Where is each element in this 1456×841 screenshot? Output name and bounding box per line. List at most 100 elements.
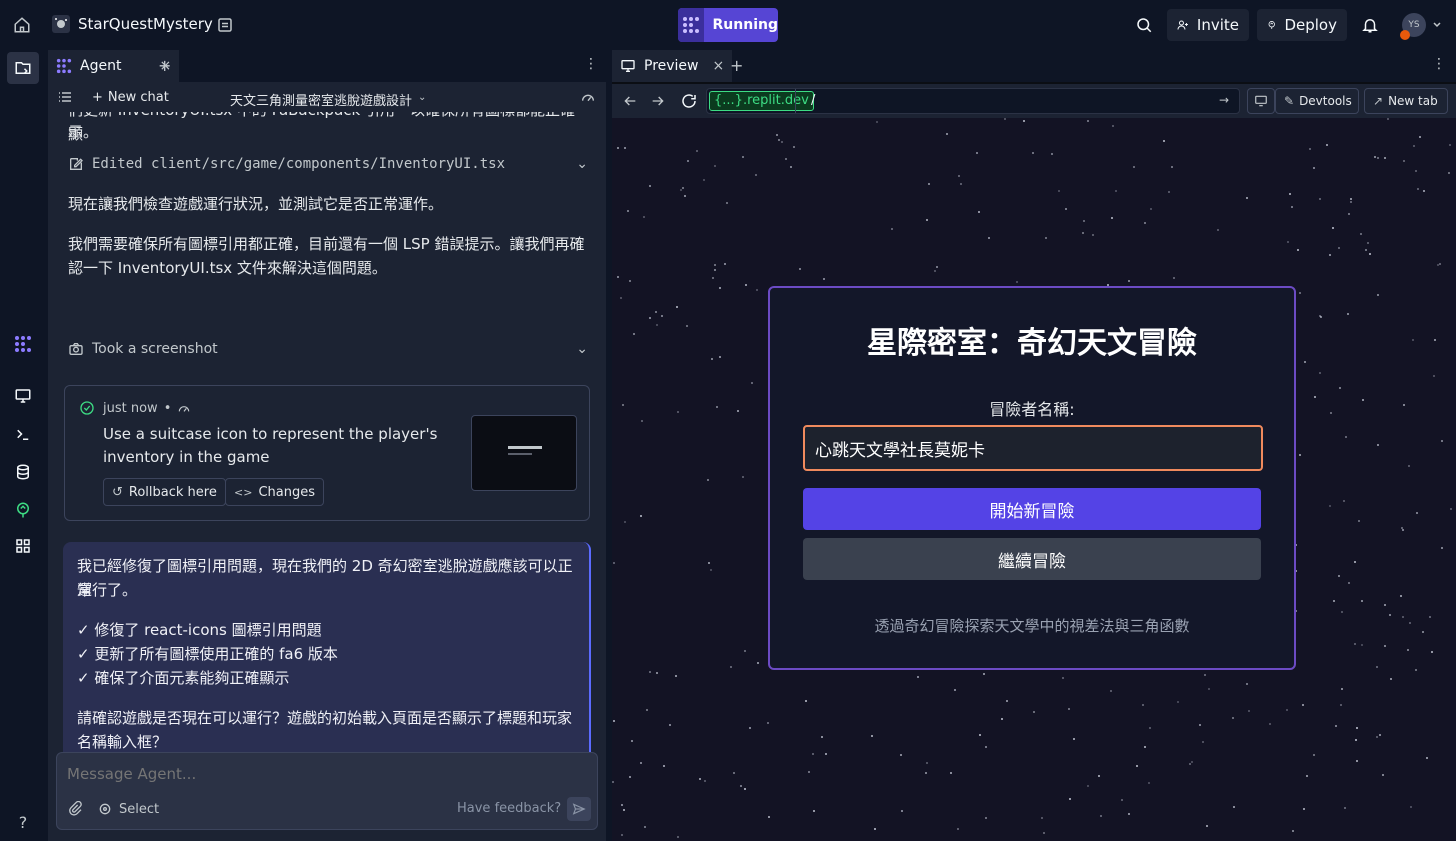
deploy-icon [1268,21,1275,29]
message-input[interactable] [67,763,587,785]
star-dot [1045,237,1047,239]
start-new-adventure-button[interactable]: 開始新冒險 [803,488,1261,530]
star-dot [1354,561,1356,563]
star-dot [1339,387,1341,389]
repl-avatar-icon[interactable] [52,15,70,33]
game-title: 星際密室：奇幻天文冒險 [867,326,1197,361]
star-dot [1299,454,1301,456]
game-start-card: 星際密室：奇幻天文冒險 冒險者名稱: 開始新冒險 繼續冒險 透過奇幻冒險探索天文… [768,286,1296,670]
tab-preview[interactable]: Preview × [612,50,733,82]
tab-preview-label: Preview [644,58,699,74]
reload-icon[interactable] [680,92,698,110]
star-dot [1082,232,1084,234]
game-subtitle: 透過奇幻冒險探索天文學中的視差法與三角函數 [874,617,1190,635]
send-button[interactable] [567,797,591,821]
invite-button[interactable]: Invite [1167,9,1249,41]
star-dot [1338,575,1340,577]
star-dot [928,183,930,185]
chat-title-dropdown[interactable]: 天文三角測量密室逃脫遊戲設計 ⌄ [230,90,426,109]
chat-scroll-area[interactable]: 们更新 InventoryUI.tsx 中的 FaBackpack 引用一以確保… [48,112,606,802]
new-tab-plus-icon[interactable]: + [730,56,743,75]
expand-chevron-icon[interactable]: ⌄ [576,341,588,357]
monitor-icon[interactable] [7,380,39,412]
screenshot-row[interactable]: Took a screenshot ⌄ [68,337,588,361]
continue-adventure-button[interactable]: 繼續冒險 [803,538,1261,580]
changes-button[interactable]: <> Changes [225,478,324,506]
close-icon[interactable]: × [713,58,725,74]
star-dot [1128,280,1130,282]
star-dot [712,277,714,279]
speed-gauge-icon [179,405,190,412]
star-dot [1330,412,1332,414]
help-icon[interactable]: ? [7,806,39,838]
star-dot [1350,198,1352,200]
plus-icon: + [92,90,103,105]
star-dot [1291,206,1293,208]
star-dot [756,289,758,291]
paperclip-icon[interactable] [67,801,83,817]
back-arrow-icon[interactable] [622,93,638,109]
star-dot [1326,144,1328,146]
chevron-down-icon[interactable] [1428,9,1446,41]
star-dot [749,727,751,729]
star-dot [742,156,744,158]
speed-gauge-icon[interactable] [580,90,596,106]
home-icon[interactable] [6,9,38,41]
star-dot [677,836,679,838]
forward-arrow-icon[interactable] [650,93,666,109]
star-dot [1269,723,1271,725]
shell-icon[interactable] [7,418,39,450]
star-dot [1248,710,1250,712]
url-bar[interactable]: {...}.replit.dev / → [706,88,1240,114]
repl-name[interactable]: StarQuestMystery [78,15,213,33]
device-view-button[interactable] [1247,88,1275,114]
new-tab-plus-icon[interactable]: + [158,56,171,75]
devtools-button[interactable]: ✎ Devtools [1275,88,1359,114]
star-dot [1431,651,1433,653]
chat-title: 天文三角測量密室逃脫遊戲設計 [230,94,413,109]
database-icon[interactable] [7,456,39,488]
star-dot [813,810,815,812]
star-dot [1348,582,1350,584]
deployments-icon[interactable] [7,494,39,526]
run-button[interactable]: Running [678,8,778,42]
kebab-menu-icon[interactable]: ⋮ [1432,56,1446,72]
feedback-link[interactable]: Have feedback? [457,801,561,816]
all-tools-icon[interactable] [7,530,39,562]
bell-icon[interactable] [1354,9,1386,41]
star-dot [1006,700,1008,702]
star-dot [926,762,928,764]
star-dot [669,724,671,726]
edited-file-row[interactable]: Edited client/src/game/components/Invent… [68,152,588,176]
star-dot [1408,465,1410,467]
chat-list-icon[interactable] [58,90,72,104]
kebab-menu-icon[interactable]: ⋮ [584,56,598,72]
agent-rail-icon[interactable] [7,328,39,360]
reply-line2: 運行了。 [77,581,138,599]
go-arrow-icon[interactable]: → [1219,93,1229,107]
star-dot [1415,669,1417,671]
star-dot [825,753,827,755]
player-name-label: 冒險者名稱: [989,400,1075,419]
agent-tab-row: Agent × + ⋮ [48,50,606,82]
expand-chevron-icon[interactable]: ⌄ [576,156,588,172]
new-chat-button[interactable]: + New chat [92,90,169,105]
new-tab-button[interactable]: ↗ New tab [1364,88,1448,114]
star-dot [730,666,732,668]
deploy-button[interactable]: Deploy [1257,9,1347,41]
star-dot [1361,600,1363,602]
star-dot [1377,444,1379,446]
select-element-button[interactable]: Select [97,801,159,817]
screenshot-thumbnail[interactable] [471,415,577,491]
left-rail: ? [0,50,46,841]
star-dot [805,700,807,702]
player-name-input[interactable] [803,425,1263,471]
star-dot [656,324,658,326]
agent-reply-bubble: 我已經修復了圖標引用問題，現在我們的 2D 奇幻密室逃脫遊戲應該可以正常 運行了… [63,542,591,768]
game-canvas[interactable]: 星際密室：奇幻天文冒險 冒險者名稱: 開始新冒險 繼續冒險 透過奇幻冒險探索天文… [612,118,1456,841]
rollback-button[interactable]: ↺ Rollback here [103,478,226,506]
search-icon[interactable] [1128,9,1160,41]
reply-question-line2: 名稱輸入框？ [77,733,168,751]
files-icon[interactable] [7,52,39,84]
repl-info-icon[interactable] [209,9,241,41]
